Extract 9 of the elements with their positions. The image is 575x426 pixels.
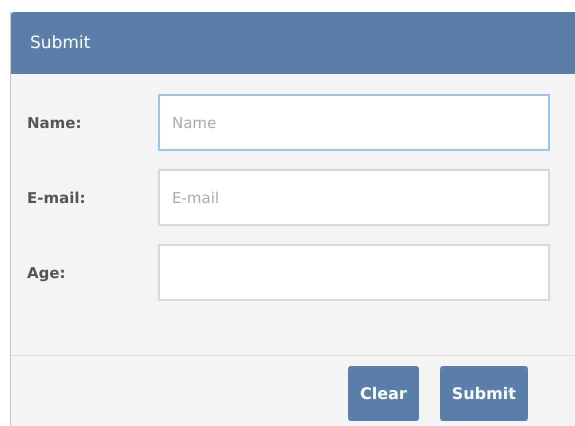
panel-title: Submit xyxy=(30,33,90,53)
form-button[interactable]: Clear xyxy=(348,366,419,421)
field-label: Age: xyxy=(27,264,67,282)
field-label: Name: xyxy=(27,114,82,132)
form-button[interactable]: Submit xyxy=(440,366,528,421)
field-label: E-mail: xyxy=(27,188,87,206)
input-field[interactable] xyxy=(158,244,550,301)
input-field[interactable]: E-mail xyxy=(158,169,550,226)
input-field[interactable]: Name xyxy=(158,94,550,151)
